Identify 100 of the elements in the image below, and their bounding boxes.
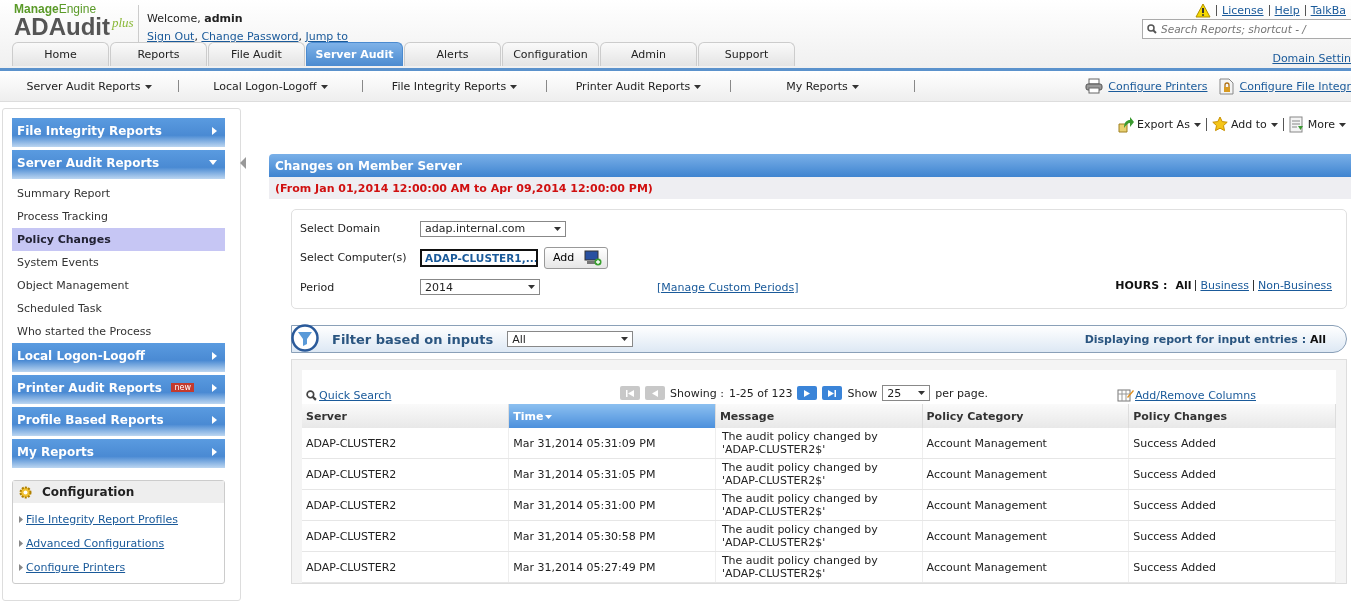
add-button[interactable]: Add [544, 247, 608, 269]
funnel-icon [291, 324, 319, 352]
table-cell: ADAP-CLUSTER2 [302, 520, 509, 552]
nav-tab[interactable]: Reports [110, 42, 207, 66]
display-text: Displaying report for input entries : All [1084, 332, 1326, 346]
caret-icon [1193, 122, 1201, 127]
collapse-sidebar-icon[interactable] [240, 157, 246, 169]
next-page-icon [804, 389, 811, 397]
star-icon [1211, 116, 1228, 132]
quick-search-link[interactable]: Quick Search [319, 389, 392, 402]
table-cell: Account Management [922, 551, 1129, 583]
separator-text: , [194, 30, 199, 43]
menu-dropdown[interactable]: File Integrity Reports [391, 79, 518, 93]
sidebar-item[interactable]: System Events [12, 251, 225, 274]
manage-periods-link[interactable]: [Manage Custom Periods] [657, 280, 799, 294]
period-dropdown[interactable]: 2014 [420, 279, 540, 296]
table-cell: Account Management [922, 428, 1129, 459]
menu-dropdown[interactable]: Printer Audit Reports [575, 79, 702, 93]
hours-option[interactable]: Business [1195, 280, 1249, 291]
add-remove-columns-link[interactable]: Add/Remove Columns [1135, 388, 1256, 402]
table-cell: The audit policy changed by 'ADAP-CLUSTER2$' [715, 489, 923, 521]
configuration-link[interactable]: Advanced Configurations [26, 536, 165, 550]
sidebar-item[interactable]: Policy Changes [12, 228, 225, 251]
caret-icon [510, 84, 518, 89]
menu-dropdown[interactable]: My Reports [786, 79, 859, 93]
caret-icon [694, 84, 702, 89]
column-header[interactable]: Policy Changes [1128, 404, 1336, 428]
configuration-link[interactable]: Configure Printers [26, 560, 126, 574]
nav-tab[interactable]: File Audit [208, 42, 305, 66]
hours-label: HOURS : [1115, 279, 1168, 292]
configuration-title: Configuration [42, 485, 135, 499]
toolbar-dropdown[interactable]: More [1307, 117, 1346, 131]
hours-option[interactable]: Non-Business [1253, 280, 1332, 291]
table-cell: Success Added [1128, 551, 1336, 583]
caret-icon [554, 226, 561, 231]
sidebar-item[interactable]: Scheduled Task [12, 297, 225, 320]
filter-label: Filter based on inputs [332, 331, 494, 347]
menu-dropdown[interactable]: Local Logon-Logoff [213, 79, 328, 93]
column-header[interactable]: Policy Category [922, 404, 1129, 428]
field-label: Period [300, 280, 336, 294]
sidebar-item[interactable]: Summary Report [12, 182, 225, 205]
warning-icon[interactable] [1195, 2, 1212, 18]
collapsed-arrow-icon [212, 351, 217, 360]
caret-icon [851, 84, 859, 89]
table-cell: Mar 31,2014 05:31:00 PM [508, 489, 716, 521]
table-cell: ADAP-CLUSTER2 [302, 551, 509, 583]
search-field[interactable]: Search Reports; shortcut - / [1142, 19, 1351, 39]
column-header[interactable]: Message [715, 404, 923, 428]
hours-option[interactable]: All [1171, 280, 1192, 291]
sidebar-item[interactable]: Process Tracking [12, 205, 225, 228]
field-label: Select Computer(s) [300, 251, 408, 265]
collapsed-arrow-icon [212, 383, 217, 392]
table-cell: Success Added [1128, 458, 1336, 490]
show-label: Show [847, 386, 878, 400]
account-link[interactable]: Jump to [305, 30, 348, 43]
nav-tab[interactable]: Alerts [404, 42, 501, 66]
gear-icon [19, 485, 32, 499]
table-cell: Account Management [922, 458, 1129, 490]
toolbar-dropdown[interactable]: Export As [1137, 117, 1201, 131]
sidebar-item[interactable]: Who started the Process [12, 320, 225, 343]
welcome-text: Welcome, admin [147, 11, 244, 27]
domain-dropdown[interactable]: adap.internal.com [420, 220, 566, 237]
toolbar-dropdown[interactable]: Add to [1230, 117, 1278, 131]
config-link[interactable]: Configure File Integr [1239, 79, 1351, 93]
search-icon [306, 390, 317, 401]
caret-icon [1270, 122, 1278, 127]
table-cell: The audit policy changed by 'ADAP-CLUSTER2$' [715, 428, 923, 459]
last-page-button[interactable] [822, 386, 843, 400]
sort-arrow-icon [545, 414, 553, 419]
last-page-icon [828, 389, 837, 397]
nav-tab[interactable]: Admin [600, 42, 697, 66]
bullet-arrow-icon [19, 539, 23, 547]
table-cell: Account Management [922, 489, 1129, 521]
page-size-dropdown[interactable]: 25 [882, 385, 931, 401]
computer-field[interactable]: ADAP-CLUSTER1,... [420, 249, 538, 267]
config-link[interactable]: Configure Printers [1108, 79, 1208, 93]
expand-arrow-icon [209, 160, 217, 165]
sidebar-item[interactable]: Object Management [12, 274, 225, 297]
domain-settings-link[interactable]: Domain Settin [1272, 52, 1351, 65]
configuration-link[interactable]: File Integrity Report Profiles [26, 512, 178, 526]
nav-tab[interactable]: Support [698, 42, 795, 66]
new-badge: new [171, 383, 194, 392]
caret-icon [1339, 122, 1346, 127]
caret-icon [320, 84, 328, 89]
sidebar-section-header[interactable]: Printer Audit Reports new [12, 375, 225, 404]
nav-tab[interactable]: Home [12, 42, 109, 66]
locked-file-icon [1219, 77, 1235, 95]
filter-dropdown[interactable]: All [507, 331, 634, 347]
next-page-button[interactable] [797, 386, 818, 400]
menu-dropdown[interactable]: Server Audit Reports [26, 79, 152, 93]
per-page-label: per page. [935, 386, 988, 400]
top-link[interactable]: TalkBa [1304, 4, 1351, 16]
page-range-text: 1-25 of 123 [728, 386, 793, 400]
nav-tab[interactable]: Configuration [502, 42, 599, 66]
table-cell: Success Added [1128, 520, 1336, 552]
column-header[interactable]: Server [302, 404, 509, 428]
top-link[interactable]: License [1216, 4, 1269, 16]
export-arrow-icon [1118, 115, 1135, 133]
table-cell: ADAP-CLUSTER2 [302, 489, 509, 521]
top-link[interactable]: Help [1268, 4, 1305, 16]
